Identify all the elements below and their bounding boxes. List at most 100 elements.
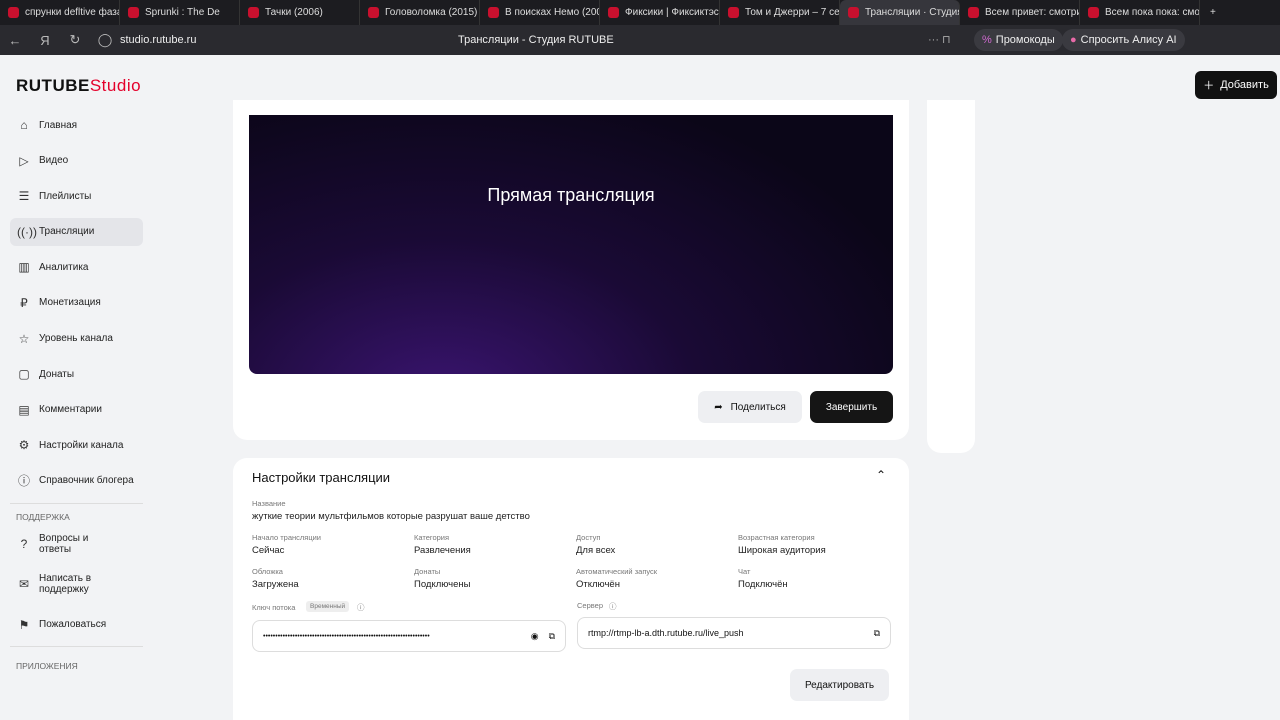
sidebar-item-label: Аналитика <box>39 261 89 273</box>
server-value: rtmp://rtmp-lb-a.dth.rutube.ru/live_push <box>588 628 744 638</box>
field-label: Автоматический запуск <box>576 567 658 576</box>
sidebar: ⌂ Главная ▷ Видео ☰ Плейлисты ((·)) Трансляции ▥… <box>10 111 143 679</box>
video-preview[interactable]: Прямая трансляция <box>249 115 893 374</box>
key-label: Ключ потока <box>252 603 296 612</box>
browser-tab[interactable]: Всем пока пока: смот <box>1080 0 1200 25</box>
support-icon: ✉ <box>18 577 30 592</box>
browser-tab[interactable]: Sprunki : The De <box>120 0 240 25</box>
field-value: Загружена <box>252 579 299 590</box>
share-icon: ➦ <box>714 401 723 413</box>
server-help-icon[interactable]: ⓘ <box>609 601 617 612</box>
support-item-label: Написать в поддержку <box>39 573 92 596</box>
add-button[interactable]: ＋ Добавить <box>1195 71 1277 99</box>
support-item-label: Пожаловаться <box>39 619 107 631</box>
sidebar-item[interactable]: ☰ Плейлисты <box>10 182 143 210</box>
url-field[interactable]: studio.rutube.ru <box>120 34 196 46</box>
favicon-icon <box>8 7 19 18</box>
support-item[interactable]: ⚑ Пожаловаться <box>10 611 143 639</box>
alice-button[interactable]: ● Спросить Алису AI <box>1062 29 1185 51</box>
divider <box>10 646 143 648</box>
stream-key-field[interactable]: ••••••••••••••••••••••••••••••••••••••••… <box>252 620 566 652</box>
collapse-icon[interactable]: ⌃ <box>876 468 886 482</box>
browser-tab[interactable]: Том и Джерри – 7 сезон <box>720 0 840 25</box>
tab-label: Фиксики | Фиксиктэс <box>625 7 719 18</box>
sidebar-icon: ▷ <box>19 153 29 168</box>
settings-title: Настройки трансляции <box>252 470 391 485</box>
edit-label: Редактировать <box>804 679 875 691</box>
reload-icon[interactable]: ↻ <box>60 32 90 48</box>
support-title: ПОДДЕРЖКА <box>16 511 70 522</box>
server-label: Сервер <box>577 601 604 610</box>
logo[interactable]: RUTUBEStudio <box>16 76 141 96</box>
plus-icon: ＋ <box>1203 80 1215 92</box>
browser-tab[interactable]: Фиксики | Фиксиктэс <box>600 0 720 25</box>
support-item[interactable]: ✉ Написать в поддержку <box>10 565 143 603</box>
share-button[interactable]: ➦ Поделиться <box>698 391 802 423</box>
support-item-label: Вопросы и ответы <box>39 532 89 555</box>
browser-tab[interactable]: Тачки (2006) <box>240 0 360 25</box>
eye-icon[interactable]: ◉ <box>531 631 539 642</box>
sidebar-item[interactable]: ☆ Уровень канала <box>10 325 143 353</box>
name-label: Название <box>252 499 286 508</box>
apps-title: ПРИЛОЖЕНИЯ <box>16 661 78 672</box>
yandex-icon[interactable]: Я <box>30 33 60 48</box>
sidebar-item[interactable]: ▷ Видео <box>10 147 143 175</box>
field-value: Для всех <box>576 545 616 556</box>
sidebar-icon: ▤ <box>18 402 30 417</box>
stream-key-value: ••••••••••••••••••••••••••••••••••••••••… <box>263 632 430 640</box>
browser-tab-bar: спрунки defltive фаза Sprunki : The De Тач… <box>0 0 1280 25</box>
field-value: Отключён <box>576 579 620 590</box>
sidebar-item-label: Справочник блогера <box>39 475 134 487</box>
alice-icon: ● <box>1070 34 1077 46</box>
alice-label: Спросить Алису AI <box>1080 34 1177 46</box>
more-icon[interactable]: ··· ⊓ <box>928 33 951 46</box>
sidebar-item-label: Главная <box>39 119 78 131</box>
browser-tab[interactable]: Трансляции · Студия <box>840 0 960 25</box>
sidebar-item[interactable]: ⌂ Главная <box>10 111 143 139</box>
sidebar-item-label: Трансляции <box>39 226 95 238</box>
finish-button[interactable]: Завершить <box>810 391 893 423</box>
browser-tab[interactable]: Головоломка (2015) <box>360 0 480 25</box>
settings-card: Настройки трансляции ⌃ Название жуткие т… <box>233 458 909 720</box>
field-label: Донаты <box>414 567 441 576</box>
copy-icon[interactable]: ⧉ <box>874 628 880 639</box>
promo-label: Промокоды <box>995 34 1055 46</box>
sidebar-item[interactable]: ₽ Монетизация <box>10 289 143 317</box>
sidebar-item-label: Монетизация <box>39 297 101 309</box>
video-title: Прямая трансляция <box>487 185 655 205</box>
sidebar-item[interactable]: ▤ Комментарии <box>10 396 143 424</box>
favicon-icon <box>128 7 139 18</box>
back-icon[interactable]: ← <box>0 33 30 48</box>
sidebar-icon: ₽ <box>20 295 28 310</box>
browser-tab[interactable]: спрунки defltive фаза <box>0 0 120 25</box>
promo-button[interactable]: % Промокоды <box>974 29 1063 51</box>
support-icon: ⚑ <box>18 617 30 632</box>
browser-tab[interactable]: Всем привет: смотри <box>960 0 1080 25</box>
name-value: жуткие теории мультфильмов которые разру… <box>252 511 530 522</box>
sidebar-item[interactable]: ⓘ Справочник блогера <box>10 467 143 495</box>
sidebar-icon: ☆ <box>18 331 30 346</box>
browser-tab[interactable]: В поисках Немо (2003) <box>480 0 600 25</box>
finish-label: Завершить <box>825 401 878 413</box>
sidebar-item[interactable]: ⚙ Настройки канала <box>10 431 143 459</box>
tab-label: спрунки defltive фаза <box>25 7 120 18</box>
sidebar-item-label: Донаты <box>39 368 75 380</box>
field-label: Начало трансляции <box>252 533 321 542</box>
sidebar-item-label: Комментарии <box>39 404 102 416</box>
server-field[interactable]: rtmp://rtmp-lb-a.dth.rutube.ru/live_push… <box>577 617 891 649</box>
edit-button[interactable]: Редактировать <box>790 669 889 701</box>
favicon-icon <box>368 7 379 18</box>
support-icon: ? <box>20 536 28 551</box>
support-item[interactable]: ? Вопросы и ответы <box>10 530 143 558</box>
sidebar-item[interactable]: ((·)) Трансляции <box>10 217 143 246</box>
copy-icon[interactable]: ⧉ <box>549 631 555 642</box>
tab-label: Том и Джерри – 7 сезон <box>745 7 840 18</box>
key-help-icon[interactable]: ⓘ <box>357 602 365 613</box>
new-tab-icon[interactable]: + <box>1200 7 1226 18</box>
sidebar-icon: ▢ <box>18 367 30 382</box>
side-panel <box>927 100 975 453</box>
sidebar-item[interactable]: ▥ Аналитика <box>10 253 143 281</box>
field-value: Широкая аудитория <box>738 545 826 556</box>
sidebar-item[interactable]: ▢ Донаты <box>10 360 143 388</box>
sidebar-item-label: Видео <box>39 155 69 167</box>
